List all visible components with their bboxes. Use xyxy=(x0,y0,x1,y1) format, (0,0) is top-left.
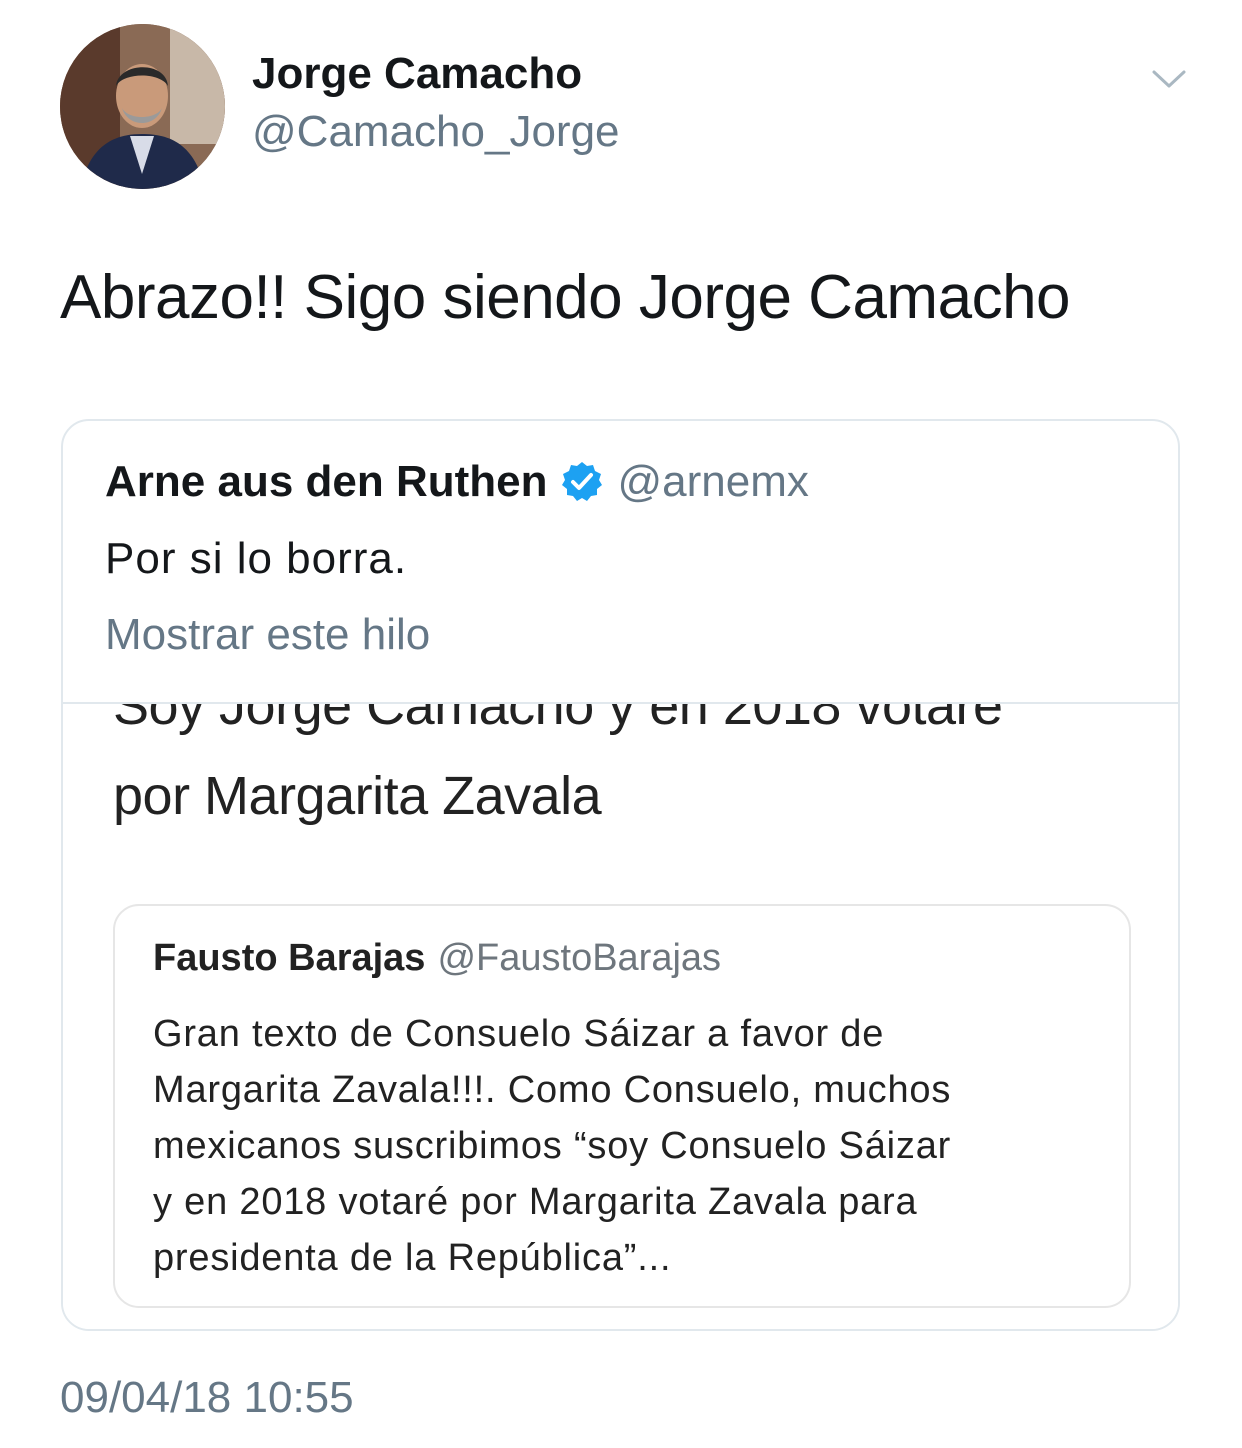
embedded-tweet-card: Fausto Barajas @FaustoBarajas Gran texto … xyxy=(113,904,1131,1308)
embedded-text-line: y en 2018 votaré por Margarita Zavala pa… xyxy=(153,1181,918,1223)
embedded-text-line: Gran texto de Consuelo Sáizar a favor de xyxy=(153,1013,885,1055)
quoted-author-handle: @arnemx xyxy=(617,457,809,506)
tweet-timestamp[interactable]: 09/04/18 10:55 xyxy=(60,1372,354,1424)
chevron-down-icon[interactable] xyxy=(1148,58,1190,100)
embedded-author-name: Fausto Barajas xyxy=(153,937,426,979)
tweet-text: Abrazo!! Sigo siendo Jorge Camacho xyxy=(60,263,1071,332)
media-text-line-2: por Margarita Zavala xyxy=(113,766,602,826)
author-avatar[interactable] xyxy=(60,24,225,189)
quoted-author-name: Arne aus den Ruthen xyxy=(105,457,548,506)
author-name[interactable]: Jorge Camacho xyxy=(252,48,582,100)
show-thread-link[interactable]: Mostrar este hilo xyxy=(105,609,430,661)
embedded-tweet-header: Fausto Barajas @FaustoBarajas xyxy=(153,934,721,982)
embedded-author-handle: @FaustoBarajas xyxy=(437,937,722,979)
avatar-image xyxy=(60,24,225,189)
embedded-tweet-text: Gran texto de Consuelo Sáizar a favor de… xyxy=(153,1006,1113,1286)
embedded-text-line: mexicanos suscribimos “soy Consuelo Sáiz… xyxy=(153,1125,952,1167)
quoted-tweet-card[interactable]: Arne aus den Ruthen @arnemx Por si lo bo… xyxy=(61,419,1180,1331)
quoted-tweet-media[interactable]: Soy Jorge Camacho y en 2018 votaré por M… xyxy=(63,702,1178,1329)
verified-badge-icon xyxy=(560,460,604,504)
embedded-text-line: Margarita Zavala!!!. Como Consuelo, much… xyxy=(153,1069,952,1111)
quoted-tweet-text: Por si lo borra. xyxy=(105,534,408,583)
media-text-line-1: Soy Jorge Camacho y en 2018 votaré xyxy=(113,702,1003,736)
embedded-text-line: presidenta de la República”... xyxy=(153,1237,672,1279)
author-handle[interactable]: @Camacho_Jorge xyxy=(252,106,620,158)
quoted-tweet-header: Arne aus den Ruthen @arnemx xyxy=(105,455,809,509)
